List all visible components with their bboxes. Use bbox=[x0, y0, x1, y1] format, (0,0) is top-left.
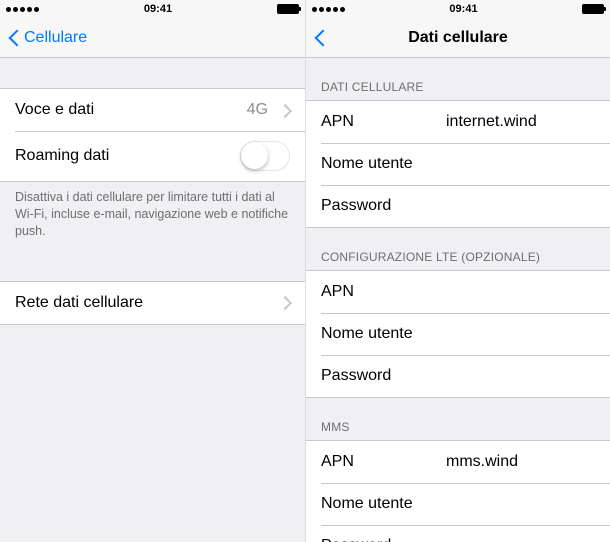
page-title: Dati cellulare bbox=[306, 29, 610, 47]
password-input[interactable] bbox=[446, 537, 610, 542]
row-lte-user[interactable]: Nome utente bbox=[306, 313, 610, 355]
row-voice-data[interactable]: Voce e dati 4G bbox=[0, 89, 305, 131]
nav-bar: Dati cellulare bbox=[306, 18, 610, 58]
row-label: Password bbox=[321, 537, 426, 542]
row-network[interactable]: Rete dati cellulare bbox=[0, 282, 305, 324]
password-input[interactable] bbox=[446, 367, 610, 385]
row-cellular-user[interactable]: Nome utente bbox=[306, 143, 610, 185]
back-label: Cellulare bbox=[24, 29, 87, 47]
back-button[interactable] bbox=[314, 28, 326, 48]
user-input[interactable] bbox=[446, 495, 610, 513]
row-cellular-apn[interactable]: APN bbox=[306, 101, 610, 143]
chevron-right-icon bbox=[282, 296, 290, 309]
chevron-right-icon bbox=[282, 104, 290, 117]
apn-input[interactable] bbox=[446, 453, 610, 471]
status-time: 09:41 bbox=[144, 3, 172, 15]
apn-input[interactable] bbox=[446, 113, 610, 131]
row-roaming: Roaming dati bbox=[0, 131, 305, 181]
phone-right: 09:41 Dati cellulare DATI CELLULARE APN … bbox=[305, 0, 610, 542]
section-header-lte: CONFIGURAZIONE LTE (OPZIONALE) bbox=[306, 228, 610, 270]
row-label: APN bbox=[321, 453, 426, 471]
row-cellular-password[interactable]: Password bbox=[306, 185, 610, 227]
status-bar: 09:41 bbox=[306, 0, 610, 18]
row-label: Nome utente bbox=[321, 325, 426, 343]
password-input[interactable] bbox=[446, 197, 610, 215]
back-button[interactable]: Cellulare bbox=[8, 28, 87, 48]
status-left bbox=[312, 7, 345, 12]
group-cellular: APN Nome utente Password bbox=[306, 100, 610, 228]
row-label: Password bbox=[321, 197, 426, 215]
row-label: Nome utente bbox=[321, 155, 426, 173]
row-label: Rete dati cellulare bbox=[15, 294, 143, 312]
row-lte-apn[interactable]: APN bbox=[306, 271, 610, 313]
row-label: Password bbox=[321, 367, 426, 385]
section-header-cellular: DATI CELLULARE bbox=[306, 58, 610, 100]
status-bar: 09:41 bbox=[0, 0, 305, 18]
row-mms-password[interactable]: Password bbox=[306, 525, 610, 542]
row-label: Nome utente bbox=[321, 495, 426, 513]
chevron-left-icon bbox=[314, 28, 326, 48]
group-mms: APN Nome utente Password bbox=[306, 440, 610, 542]
phone-left: 09:41 Cellulare Voce e dati 4G Roaming d… bbox=[0, 0, 305, 542]
status-right bbox=[582, 4, 604, 14]
nav-bar: Cellulare bbox=[0, 18, 305, 58]
group-footer: Disattiva i dati cellulare per limitare … bbox=[0, 182, 305, 247]
status-right bbox=[277, 4, 299, 14]
row-value: 4G bbox=[247, 101, 268, 119]
signal-dots-icon bbox=[6, 7, 39, 12]
user-input[interactable] bbox=[446, 155, 610, 173]
group-voice-roaming: Voce e dati 4G Roaming dati bbox=[0, 88, 305, 182]
row-label: Roaming dati bbox=[15, 147, 109, 165]
user-input[interactable] bbox=[446, 325, 610, 343]
status-time: 09:41 bbox=[449, 3, 477, 15]
group-network: Rete dati cellulare bbox=[0, 281, 305, 325]
row-label: APN bbox=[321, 113, 426, 131]
battery-icon bbox=[582, 4, 604, 14]
row-label: APN bbox=[321, 283, 426, 301]
section-header-mms: MMS bbox=[306, 398, 610, 440]
signal-dots-icon bbox=[312, 7, 345, 12]
apn-input[interactable] bbox=[446, 283, 610, 301]
row-lte-password[interactable]: Password bbox=[306, 355, 610, 397]
row-mms-apn[interactable]: APN bbox=[306, 441, 610, 483]
roaming-switch[interactable] bbox=[240, 141, 290, 171]
chevron-left-icon bbox=[8, 28, 20, 48]
switch-knob-icon bbox=[241, 142, 268, 169]
group-lte: APN Nome utente Password bbox=[306, 270, 610, 398]
row-label: Voce e dati bbox=[15, 101, 94, 119]
battery-icon bbox=[277, 4, 299, 14]
status-left bbox=[6, 7, 39, 12]
row-mms-user[interactable]: Nome utente bbox=[306, 483, 610, 525]
